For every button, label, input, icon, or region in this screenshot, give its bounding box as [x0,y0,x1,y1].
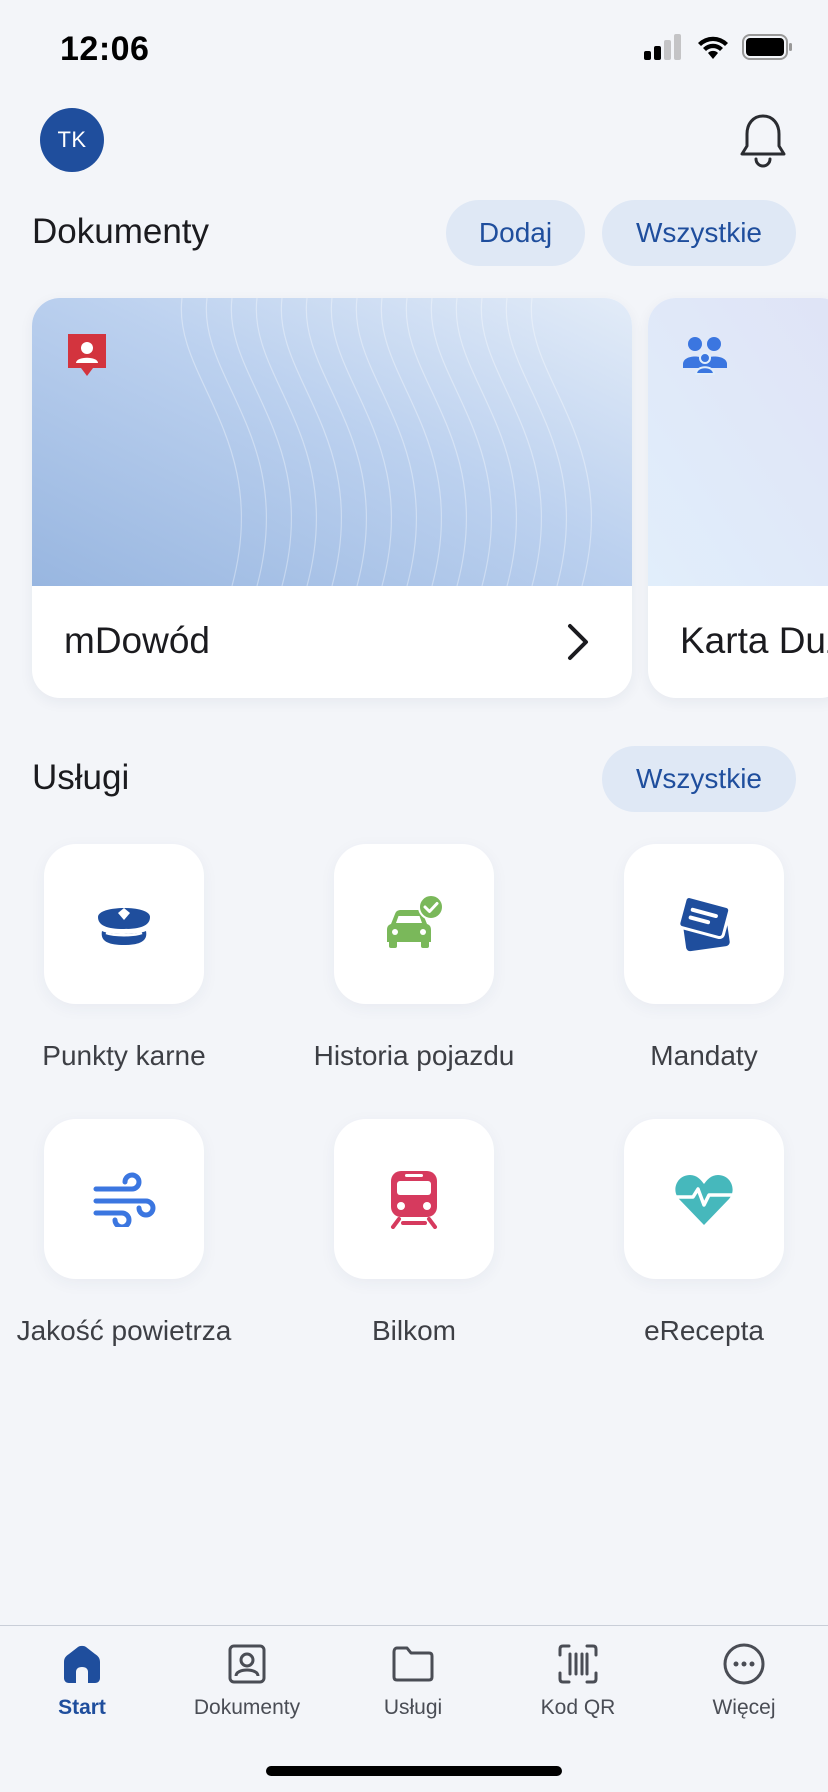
service-jakosc-powietrza[interactable]: Jakość powietrza [14,1119,234,1365]
service-label: eRecepta [644,1315,764,1346]
family-icon [683,337,727,375]
wifi-icon [698,36,728,59]
tab-label: Dokumenty [193,1696,301,1719]
add-document-button[interactable]: Dodaj [446,200,585,266]
card-label: Karta Duż [680,620,828,661]
card-background [32,298,632,586]
qr-scan-icon [558,1644,598,1684]
train-icon [391,1171,437,1229]
service-tile[interactable] [624,844,784,1004]
service-tile[interactable] [624,1119,784,1279]
card-background [648,298,828,586]
tab-label: Kod QR [540,1696,616,1719]
document-card-karta-duzej-rodziny[interactable]: Karta Duż [648,298,828,698]
service-bilkom[interactable]: Bilkom [304,1119,524,1365]
service-erecepta[interactable]: eRecepta [594,1119,814,1365]
status-bar: 12:06 [0,0,828,100]
service-tile[interactable] [44,844,204,1004]
documents-title: Dokumenty [32,212,210,251]
service-label: Historia pojazdu [313,1040,515,1071]
more-icon [723,1643,765,1685]
tickets-icon [677,895,732,952]
status-icons [644,34,794,60]
tab-wiecej[interactable]: Więcej [669,1642,819,1720]
wind-icon [93,1172,156,1227]
car-check-icon [387,894,444,948]
service-mandaty[interactable]: Mandaty [594,844,814,1090]
service-label: Bilkom [371,1315,456,1346]
status-time: 12:06 [60,30,150,68]
avatar[interactable]: TK [40,108,104,172]
id-card-icon [68,334,106,376]
all-documents-button[interactable]: Wszystkie [602,200,796,266]
home-indicator [266,1766,562,1776]
service-label: Jakość powietrza [16,1315,232,1346]
tab-kod-qr[interactable]: Kod QR [503,1642,653,1720]
all-services-button[interactable]: Wszystkie [602,746,796,812]
service-punkty-karne[interactable]: Punkty karne [14,844,234,1090]
heart-pulse-icon [673,1175,735,1225]
document-card-mdowod[interactable]: mDowód [32,298,632,698]
service-tile[interactable] [334,1119,494,1279]
service-label: Punkty karne [42,1040,206,1071]
tab-label: Usługi [383,1696,443,1719]
service-tile[interactable] [334,844,494,1004]
service-label: Mandaty [650,1040,758,1071]
signal-icon [644,34,681,60]
avatar-initials: TK [57,127,87,152]
police-cap-icon [98,908,150,945]
tab-dokumenty[interactable]: Dokumenty [172,1642,322,1720]
tab-label: Więcej [712,1696,776,1719]
id-icon [228,1644,266,1684]
chevron-right-icon [568,624,588,660]
battery-icon [742,34,792,60]
service-historia-pojazdu[interactable]: Historia pojazdu [304,844,524,1090]
card-label: mDowód [64,620,210,661]
services-title: Usługi [32,758,130,797]
home-icon [64,1645,100,1683]
tab-uslugi[interactable]: Usługi [338,1642,488,1720]
folder-icon [392,1646,434,1682]
tab-start[interactable]: Start [7,1642,157,1720]
tab-label: Start [58,1696,106,1719]
service-tile[interactable] [44,1119,204,1279]
bell-icon[interactable] [738,112,788,168]
